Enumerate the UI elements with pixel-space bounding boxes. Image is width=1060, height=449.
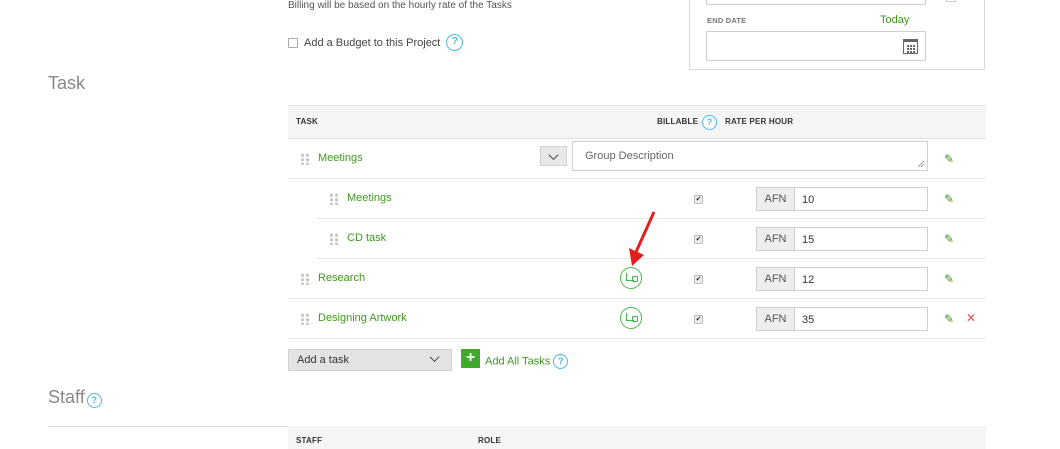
rate-column-header: RATE PER HOUR <box>725 117 794 126</box>
task-table-header: TASK BILLABLE ? RATE PER HOUR <box>288 105 986 139</box>
end-date-label: END DATE <box>707 16 747 25</box>
pencil-icon[interactable]: ✎ <box>944 152 954 166</box>
group-expand-button[interactable] <box>540 146 567 166</box>
pencil-icon[interactable]: ✎ <box>944 312 954 326</box>
add-all-tasks-link[interactable]: Add All Tasks ? <box>485 354 569 369</box>
add-task-select[interactable]: Add a task <box>288 349 452 371</box>
billable-checkbox[interactable]: ✔ <box>694 275 703 284</box>
currency-label: AFN <box>757 228 795 250</box>
rate-input[interactable]: AFN 35 <box>756 307 928 331</box>
task-name[interactable]: Research <box>318 272 365 284</box>
billable-checkbox[interactable]: ✔ <box>694 195 703 204</box>
subtask-link-icon[interactable] <box>620 267 642 289</box>
calendar-icon[interactable] <box>903 39 918 54</box>
rate-value[interactable]: 15 <box>795 228 927 250</box>
plus-icon: + <box>465 349 476 366</box>
budget-label: Add a Budget to this Project <box>304 36 441 49</box>
drag-handle-icon[interactable] <box>329 233 339 245</box>
billable-checkbox[interactable]: ✔ <box>694 235 703 244</box>
today-link[interactable]: Today <box>880 14 909 26</box>
add-all-tasks-button[interactable]: + <box>461 349 480 368</box>
rate-input[interactable]: AFN 12 <box>756 267 928 291</box>
task-name[interactable]: Designing Artwork <box>318 312 407 324</box>
role-column-header: ROLE <box>478 436 502 445</box>
drag-handle-icon[interactable] <box>329 193 339 205</box>
group-description-input[interactable]: Group Description <box>572 141 928 171</box>
budget-option: Add a Budget to this Project ? <box>288 34 464 51</box>
billable-checkbox[interactable]: ✔ <box>694 315 703 324</box>
drag-handle-icon[interactable] <box>300 313 310 325</box>
help-icon[interactable]: ? <box>446 34 464 51</box>
task-column-header: TASK <box>296 117 318 126</box>
help-icon[interactable]: ? <box>86 393 102 408</box>
pencil-icon[interactable]: ✎ <box>944 232 954 246</box>
rate-input[interactable]: AFN 15 <box>756 227 928 251</box>
task-name[interactable]: Meetings <box>347 192 392 204</box>
task-group-row: Meetings Group Description ✎ <box>288 139 986 179</box>
close-icon[interactable]: ✕ <box>966 311 976 325</box>
chevron-down-icon <box>429 352 440 363</box>
rate-input[interactable]: AFN 10 <box>756 187 928 211</box>
drag-handle-icon[interactable] <box>300 153 310 165</box>
table-row: Designing Artwork ✔ AFN 35 ✎ ✕ <box>288 299 986 339</box>
task-section-title: Task <box>48 73 86 93</box>
start-date-field[interactable] <box>706 0 926 5</box>
help-icon[interactable]: ? <box>702 115 717 130</box>
pencil-icon[interactable]: ✎ <box>944 192 954 206</box>
currency-label: AFN <box>757 308 795 330</box>
billable-column-header: BILLABLE <box>657 117 699 126</box>
drag-handle-icon[interactable] <box>300 273 310 285</box>
task-name[interactable]: CD task <box>347 232 386 244</box>
chevron-down-icon <box>548 149 559 160</box>
staff-column-header: STAFF <box>296 436 323 445</box>
billing-note: Billing will be based on the hourly rate… <box>288 0 512 11</box>
currency-label: AFN <box>757 188 795 210</box>
task-group-name[interactable]: Meetings <box>318 152 363 164</box>
add-all-label: Add All Tasks <box>485 355 551 368</box>
rate-value[interactable]: 10 <box>795 188 927 210</box>
start-date-side <box>946 0 956 2</box>
staff-title-text: Staff <box>48 387 85 407</box>
annotation-arrow-icon <box>629 211 656 266</box>
rate-value[interactable]: 35 <box>795 308 927 330</box>
currency-label: AFN <box>757 268 795 290</box>
end-date-field[interactable] <box>706 31 926 61</box>
rate-value[interactable]: 12 <box>795 268 927 290</box>
budget-checkbox[interactable] <box>288 37 298 48</box>
subtask-link-icon[interactable] <box>620 307 642 329</box>
help-icon[interactable]: ? <box>553 354 569 369</box>
add-task-placeholder: Add a task <box>297 354 349 366</box>
pencil-icon[interactable]: ✎ <box>944 272 954 286</box>
staff-table-header: STAFF ROLE <box>288 426 986 449</box>
staff-section-title: Staff ? <box>48 387 102 408</box>
